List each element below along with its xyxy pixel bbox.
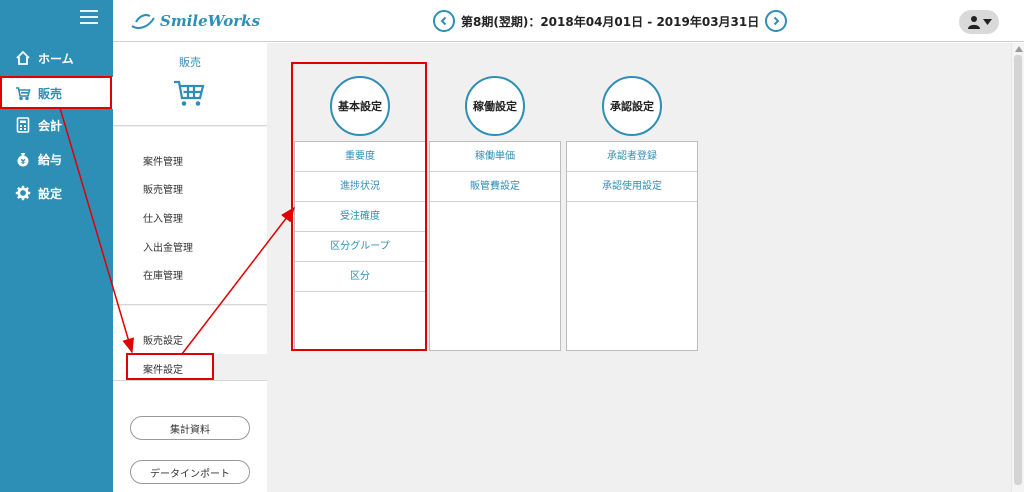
money-bag-icon: ¥ [12,151,34,167]
top-header: SmileWorks 第8期(翌期)：2018年04月01日 - 2019年03… [113,0,1024,42]
smileworks-logo-icon [131,14,155,29]
list-item[interactable]: 稼働単価 [430,142,560,172]
left-nav: ホーム 販売 会計 ¥ 給与 設定 [0,0,113,492]
data-import-button[interactable]: データインポート [130,460,250,484]
submenu-link-sales-settings[interactable]: 販売設定 [143,332,183,347]
highlight-basic-settings-column [291,62,427,351]
submenu-buttons: 集計資料 データインポート [113,380,267,492]
submenu-link-sales-management[interactable]: 販売管理 [143,181,183,196]
submenu-settings-area: 販売設定 [113,306,267,354]
nav-item-accounting[interactable]: 会計 [0,109,113,141]
logo-text: SmileWorks [160,12,261,30]
next-period-button[interactable] [765,10,788,32]
app-logo[interactable]: SmileWorks [130,8,260,34]
submenu-link-deposit-withdrawal[interactable]: 入出金管理 [143,239,193,254]
user-icon [967,16,980,29]
list-item[interactable]: 承認使用設定 [567,172,697,202]
scroll-thumb[interactable] [1014,55,1022,485]
scroll-up-arrow-icon[interactable] [1015,46,1023,52]
user-menu-button[interactable] [959,10,999,34]
highlight-sales-nav [0,76,112,109]
submenu-links: 案件管理 販売管理 仕入管理 入出金管理 在庫管理 [113,127,267,305]
submenu-title: 販売 [179,56,201,69]
caret-down-icon [982,18,992,25]
nav-item-home[interactable]: ホーム [0,42,113,74]
summary-report-button[interactable]: 集計資料 [130,416,250,440]
nav-item-settings[interactable]: 設定 [0,177,113,209]
fiscal-period-selector: 第8期(翌期)：2018年04月01日 - 2019年03月31日 [433,10,788,32]
hamburger-menu-icon[interactable] [80,10,98,24]
submenu-link-inventory-management[interactable]: 在庫管理 [143,267,183,282]
nav-item-label: 設定 [38,186,63,201]
home-icon [12,50,34,66]
list-item[interactable]: 販管費設定 [430,172,560,202]
settings-list: 承認者登録 承認使用設定 [566,141,698,351]
nav-item-label: ホーム [38,51,74,66]
fiscal-period-label: 第8期(翌期)：2018年04月01日 - 2019年03月31日 [461,14,760,29]
settings-list: 稼働単価 販管費設定 [429,141,561,351]
svg-text:¥: ¥ [21,158,26,166]
previous-period-button[interactable] [433,10,455,32]
column-header: 稼働設定 [429,64,561,140]
highlight-project-settings-link [126,353,214,380]
gear-icon [12,185,34,201]
nav-item-label: 給与 [38,152,63,167]
chevron-left-icon [440,16,447,26]
cart-icon [174,80,205,106]
column-title: 承認設定 [602,76,662,136]
calculator-icon [12,117,34,133]
vertical-scrollbar[interactable] [1011,43,1024,492]
submenu-header: 販売 [113,43,267,126]
submenu-link-project-management[interactable]: 案件管理 [143,153,183,168]
column-title: 稼働設定 [465,76,525,136]
sales-submenu: 販売 案件管理 販売管理 仕入管理 入出金管理 在庫管理 販売設定 案件設定 集… [113,43,267,492]
list-item[interactable]: 承認者登録 [567,142,697,172]
chevron-right-icon [774,16,780,26]
submenu-link-purchase-management[interactable]: 仕入管理 [143,210,183,225]
nav-item-payroll[interactable]: ¥ 給与 [0,143,113,175]
column-header: 承認設定 [566,64,698,140]
nav-item-label: 会計 [38,118,63,133]
